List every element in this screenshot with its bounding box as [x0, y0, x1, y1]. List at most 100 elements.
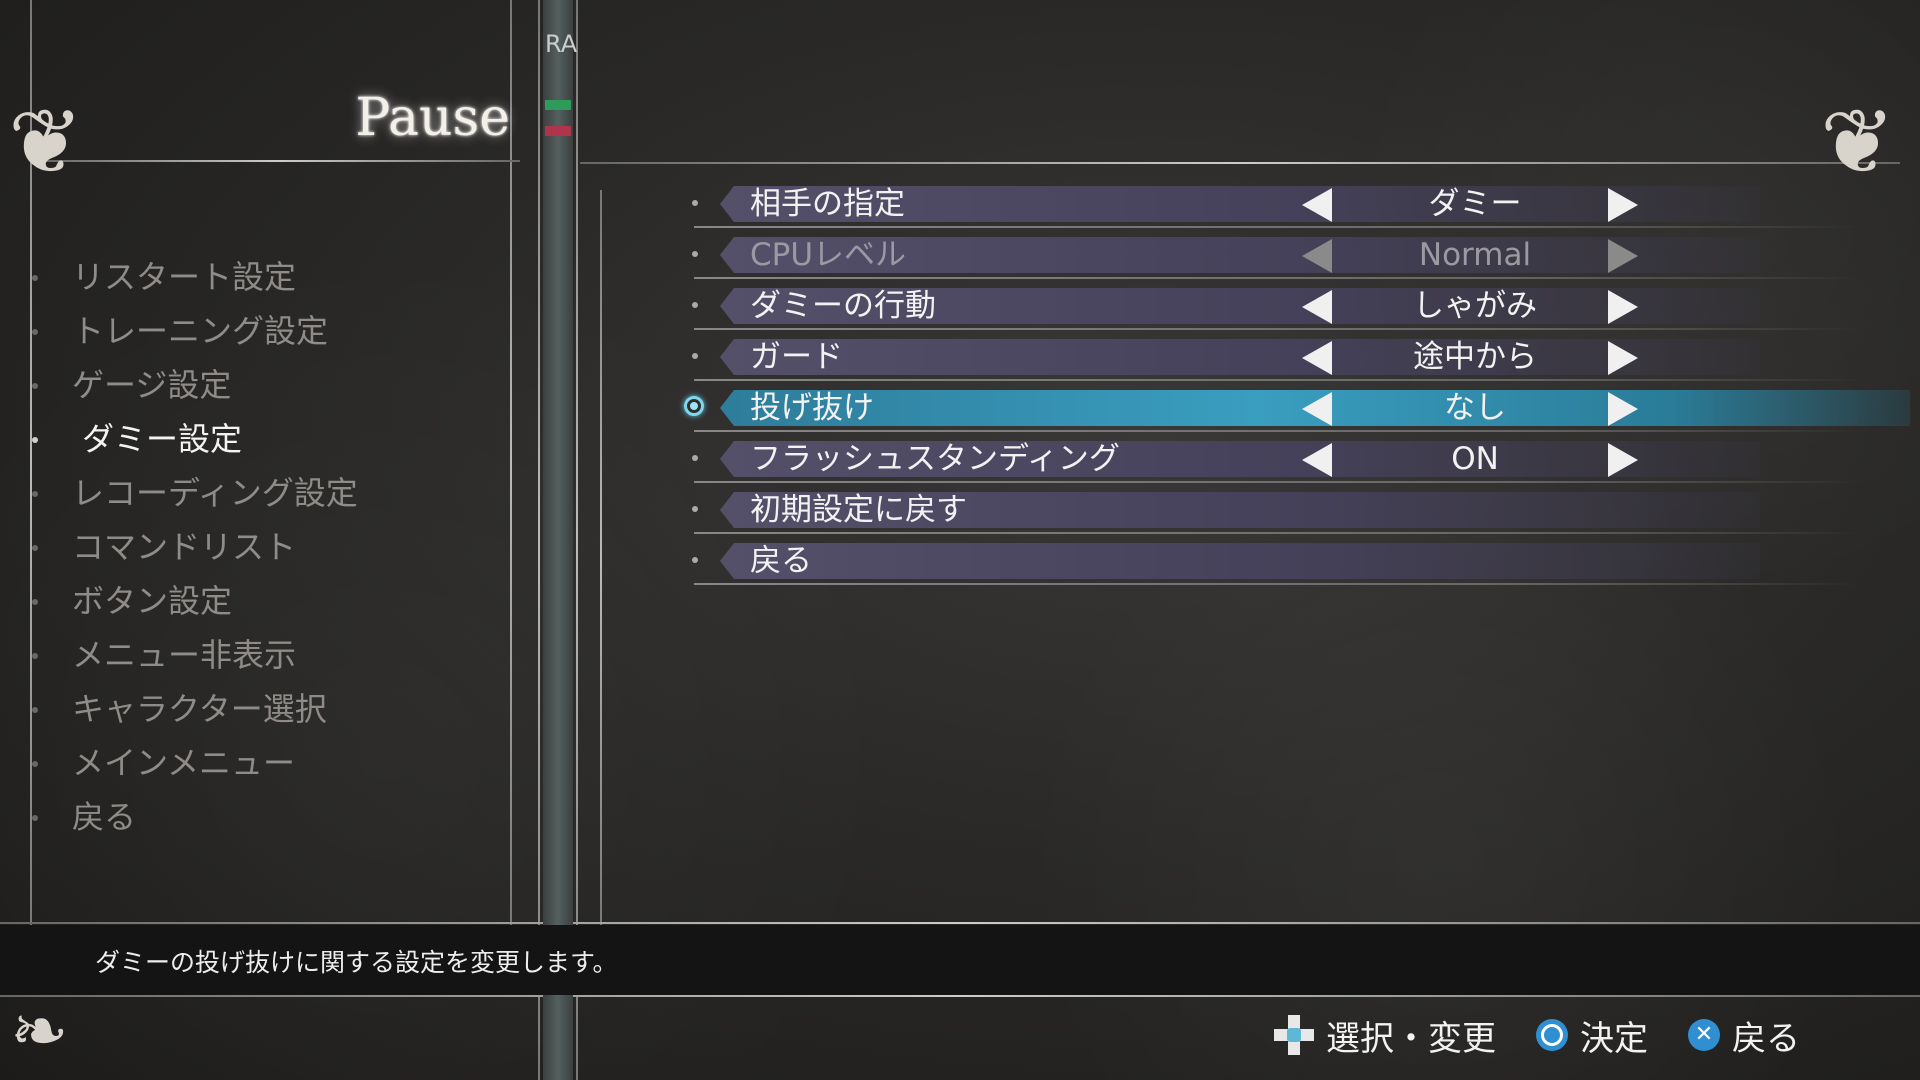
setting-underline — [694, 430, 1860, 432]
bullet-icon — [692, 455, 698, 461]
arrow-left-icon[interactable] — [1302, 341, 1332, 375]
arrow-right-icon[interactable] — [1608, 188, 1638, 222]
setting-label: フラッシュスタンディング — [750, 441, 1120, 477]
setting-row[interactable]: 相手の指定 ダミー — [680, 180, 1860, 228]
setting-value: なし — [1444, 390, 1506, 426]
bullet-icon — [32, 599, 38, 605]
pause-title: Pause — [355, 88, 510, 148]
setting-label: ガード — [750, 339, 843, 375]
pause-menu-item-label: ダミー設定 — [82, 420, 243, 458]
arrow-right-icon[interactable] — [1608, 392, 1638, 426]
arrow-right-icon[interactable] — [1608, 443, 1638, 477]
bullet-icon — [32, 815, 38, 821]
setting-underline — [694, 379, 1860, 381]
pause-menu-item[interactable]: 戻る — [30, 790, 358, 844]
pause-menu-item-label: ボタン設定 — [72, 582, 233, 620]
pause-menu-item[interactable]: ダミー設定 — [30, 412, 358, 466]
setting-value: Normal — [1418, 237, 1532, 273]
setting-label: CPUレベル — [750, 237, 907, 273]
bullet-icon — [32, 761, 38, 767]
setting-value: しゃがみ — [1413, 288, 1537, 324]
arrow-left-icon[interactable] — [1302, 188, 1332, 222]
select-change-hint: 選択・変更 — [1274, 1011, 1496, 1060]
pause-menu-item-label: リスタート設定 — [72, 258, 297, 296]
arrow-left-icon[interactable] — [1302, 392, 1332, 426]
pause-menu-item-label: メインメニュー — [72, 744, 296, 782]
pause-menu-item[interactable]: ゲージ設定 — [30, 358, 358, 412]
pause-menu-item-label: トレーニング設定 — [72, 312, 329, 350]
setting-row-bar — [720, 339, 1760, 375]
setting-underline — [694, 226, 1860, 228]
pause-menu-item-label: 戻る — [72, 798, 137, 836]
setting-label: 相手の指定 — [750, 186, 905, 222]
pause-menu-item[interactable]: トレーニング設定 — [30, 304, 358, 358]
arrow-left-icon[interactable] — [1302, 239, 1332, 273]
bullet-icon — [32, 329, 38, 335]
frame-line-settings — [600, 190, 602, 930]
help-bar: ダミーの投げ抜けに関する設定を変更します。 — [0, 925, 1920, 995]
setting-label: 戻る — [750, 543, 812, 579]
setting-underline — [694, 481, 1860, 483]
setting-row[interactable]: ガード 途中から — [680, 333, 1860, 381]
setting-row[interactable]: CPUレベル Normal — [680, 231, 1860, 279]
arrow-left-icon[interactable] — [1302, 290, 1332, 324]
pause-menu-item[interactable]: レコーディング設定 — [30, 466, 358, 520]
pause-menu-item-label: コマンドリスト — [72, 528, 297, 566]
arrow-right-icon[interactable] — [1608, 290, 1638, 324]
bullet-icon — [32, 275, 38, 281]
bullet-icon — [32, 437, 38, 443]
arrow-right-icon[interactable] — [1608, 239, 1638, 273]
bullet-icon — [32, 491, 38, 497]
pause-menu-item[interactable]: メニュー非表示 — [30, 628, 358, 682]
bullet-icon — [692, 251, 698, 257]
bullet-icon — [692, 353, 698, 359]
pause-menu-item[interactable]: コマンドリスト — [30, 520, 358, 574]
bullet-icon — [32, 545, 38, 551]
bullet-icon — [692, 302, 698, 308]
arrow-right-icon[interactable] — [1608, 341, 1638, 375]
setting-underline — [694, 277, 1860, 279]
setting-row[interactable]: 投げ抜け なし — [680, 384, 1910, 432]
setting-row[interactable]: ダミーの行動 しゃがみ — [680, 282, 1860, 330]
bullet-icon — [692, 506, 698, 512]
background-character-strip — [543, 0, 573, 1080]
pause-menu-item[interactable]: リスタート設定 — [30, 250, 358, 304]
bullet-icon — [32, 383, 38, 389]
frame-line-mid2 — [576, 0, 578, 1080]
setting-label: ダミーの行動 — [750, 288, 936, 324]
setting-row[interactable]: 戻る — [680, 537, 1860, 585]
setting-label: 初期設定に戻す — [750, 492, 967, 528]
pause-menu-item[interactable]: ボタン設定 — [30, 574, 358, 628]
mid-strip-bar-green — [545, 100, 571, 110]
pause-menu-item-label: キャラクター選択 — [72, 690, 327, 728]
back-label: 戻る — [1732, 1018, 1800, 1059]
setting-value: ダミー — [1428, 186, 1522, 222]
pause-menu-item[interactable]: メインメニュー — [30, 736, 358, 790]
left-panel: Pause リスタート設定 トレーニング設定ゲージ設定ダミー設定レコーディング設定… — [0, 0, 540, 930]
arrow-left-icon[interactable] — [1302, 443, 1332, 477]
confirm-label: 決定 — [1580, 1018, 1648, 1059]
setting-row[interactable]: 初期設定に戻す — [680, 486, 1860, 534]
mid-strip-text: RA — [545, 30, 578, 58]
bullet-icon — [32, 653, 38, 659]
frame-line-help-bottom — [0, 995, 1920, 997]
setting-value: 途中から — [1413, 339, 1537, 375]
selection-cursor-icon — [684, 396, 704, 416]
bullet-icon — [692, 557, 698, 563]
pause-menu: リスタート設定 トレーニング設定ゲージ設定ダミー設定レコーディング設定 コマンドリス… — [30, 250, 358, 844]
select-change-label: 選択・変更 — [1326, 1018, 1496, 1059]
setting-row[interactable]: フラッシュスタンディング ON — [680, 435, 1860, 483]
dpad-icon — [1274, 1015, 1314, 1055]
setting-row-bar — [720, 543, 1760, 579]
confirm-hint: 決定 — [1536, 1011, 1648, 1060]
setting-underline — [694, 532, 1860, 534]
pause-menu-item-label: レコーディング設定 — [72, 474, 358, 512]
setting-label: 投げ抜け — [750, 390, 874, 426]
pause-menu-item[interactable]: キャラクター選択 — [30, 682, 358, 736]
button-guide: 選択・変更 決定 ✕ 戻る — [1244, 1010, 1800, 1060]
frame-line-top-right — [580, 162, 1900, 164]
setting-underline — [694, 583, 1860, 585]
ornament-bottom-left: ❧ — [10, 990, 69, 1072]
pause-menu-item-label: メニュー非表示 — [72, 636, 297, 674]
bullet-icon — [692, 200, 698, 206]
